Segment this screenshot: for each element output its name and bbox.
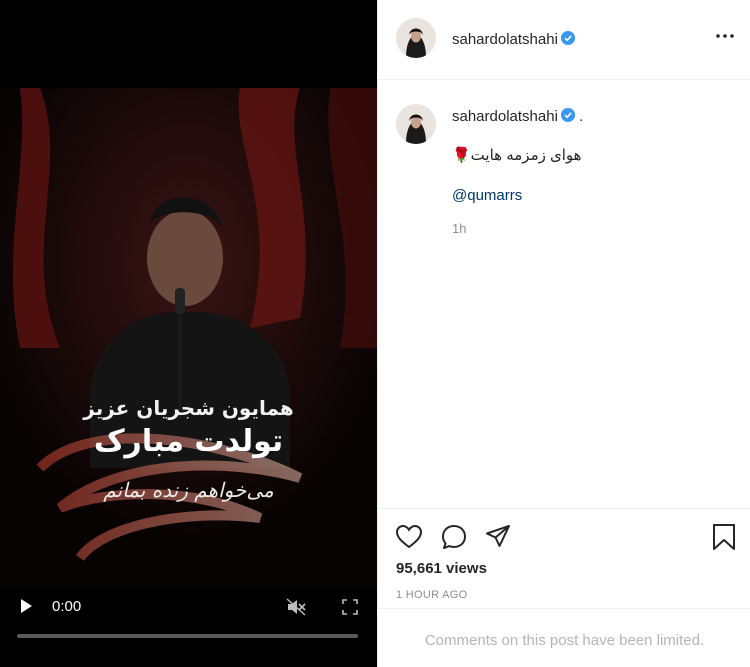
overlay-text-3: می‌خواهم زنده بمانم <box>103 478 274 502</box>
author-username: sahardolatshahi <box>452 31 558 48</box>
author-avatar[interactable] <box>396 18 436 58</box>
post-actions: 95,661 views 1 HOUR AGO <box>378 508 750 608</box>
video-player[interactable]: همایون شجریان عزیز تولدت مبارک می‌خواهم … <box>0 0 377 667</box>
author-username-link[interactable]: sahardolatshahi <box>452 31 575 48</box>
comments-limited-notice: Comments on this post have been limited. <box>424 632 705 649</box>
avatar-photo-icon <box>396 104 436 144</box>
comments-section: Comments on this post have been limited. <box>378 608 750 667</box>
post-header: sahardolatshahi <box>378 0 750 80</box>
mention-link[interactable]: @qumarrs <box>452 187 522 204</box>
share-icon[interactable] <box>484 523 512 551</box>
overlay-text-2: تولدت مبارک <box>93 424 284 459</box>
bookmark-icon[interactable] <box>710 523 738 551</box>
verified-badge-icon <box>560 108 575 122</box>
post-details-panel: sahardolatshahi sahardolatshahi . هوای ز… <box>377 0 750 667</box>
video-progress-bar[interactable] <box>17 634 358 638</box>
posted-time[interactable]: 1 HOUR AGO <box>396 589 467 601</box>
comment-icon[interactable] <box>440 523 468 551</box>
caption-text: هوای زمزمه هایت🌹 <box>452 147 582 164</box>
caption-time-ago[interactable]: 1h <box>452 221 466 236</box>
play-icon[interactable] <box>18 598 34 614</box>
view-count[interactable]: 95,661 views <box>396 560 487 577</box>
heart-icon[interactable] <box>395 523 423 551</box>
fullscreen-icon[interactable] <box>342 599 358 615</box>
video-frame <box>0 88 377 588</box>
caption-username: sahardolatshahi <box>452 108 558 125</box>
overlay-text-1: همایون شجریان عزیز <box>83 396 294 420</box>
caption-dot: . <box>579 108 584 125</box>
more-options-icon[interactable] <box>715 31 735 41</box>
avatar-photo-icon <box>396 18 436 58</box>
muted-speaker-icon[interactable] <box>286 598 306 616</box>
video-controls: 0:00 <box>0 579 377 667</box>
verified-badge-icon <box>560 31 575 45</box>
caption-username-link[interactable]: sahardolatshahi . <box>452 108 583 125</box>
caption-author-avatar[interactable] <box>396 104 436 144</box>
video-time: 0:00 <box>52 598 82 615</box>
